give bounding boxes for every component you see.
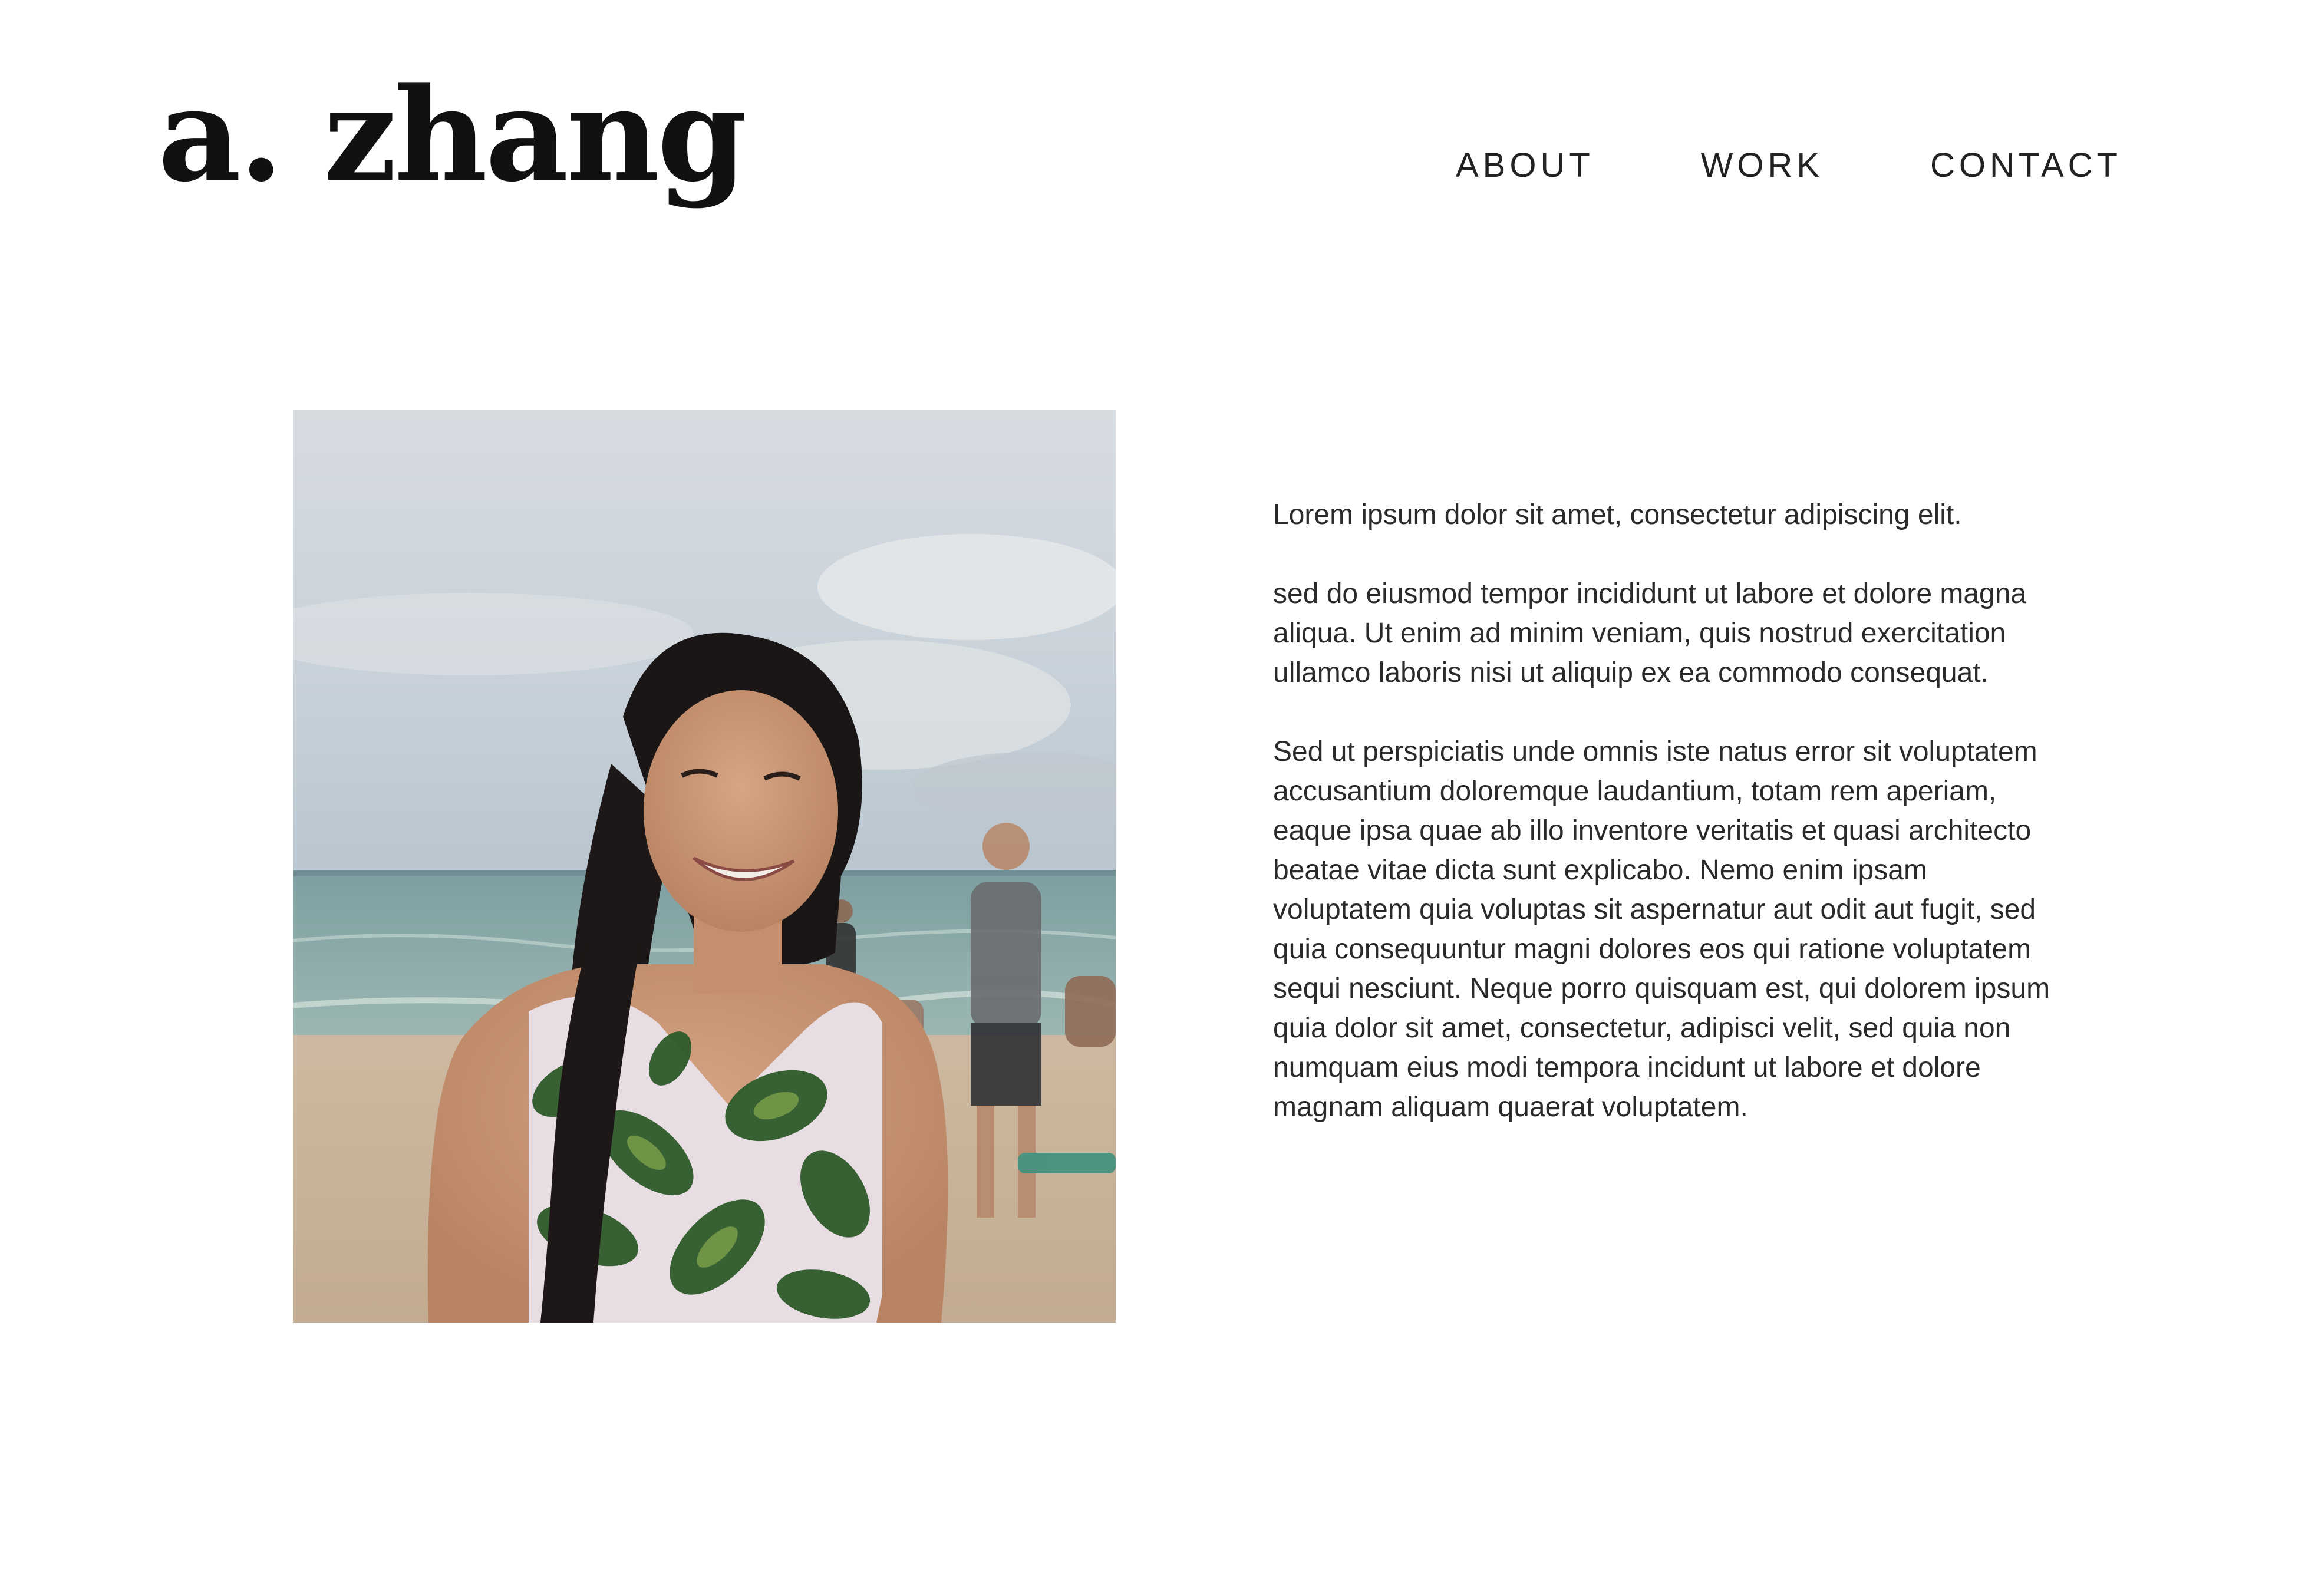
main-nav: ABOUT WORK CONTACT	[1456, 141, 2122, 189]
site-header: a. zhang ABOUT WORK CONTACT	[0, 0, 2318, 248]
site-logo[interactable]: a. zhang	[158, 71, 747, 199]
nav-link-work[interactable]: WORK	[1701, 146, 1824, 185]
bio-paragraph-second: sed do eiusmod tempor incididunt ut labo…	[1273, 578, 2027, 688]
profile-photo	[293, 410, 1116, 1323]
bio-paragraph-third: Sed ut perspiciatis unde omnis iste natu…	[1273, 736, 2050, 1123]
bio-paragraph-intro: Lorem ipsum dolor sit amet, consectetur …	[1273, 499, 1962, 530]
beach-portrait-image	[293, 410, 1116, 1323]
bio-section: Lorem ipsum dolor sit amet, consectetur …	[1273, 495, 2069, 1127]
nav-link-contact[interactable]: CONTACT	[1930, 146, 2122, 185]
nav-link-about[interactable]: ABOUT	[1456, 146, 1594, 185]
